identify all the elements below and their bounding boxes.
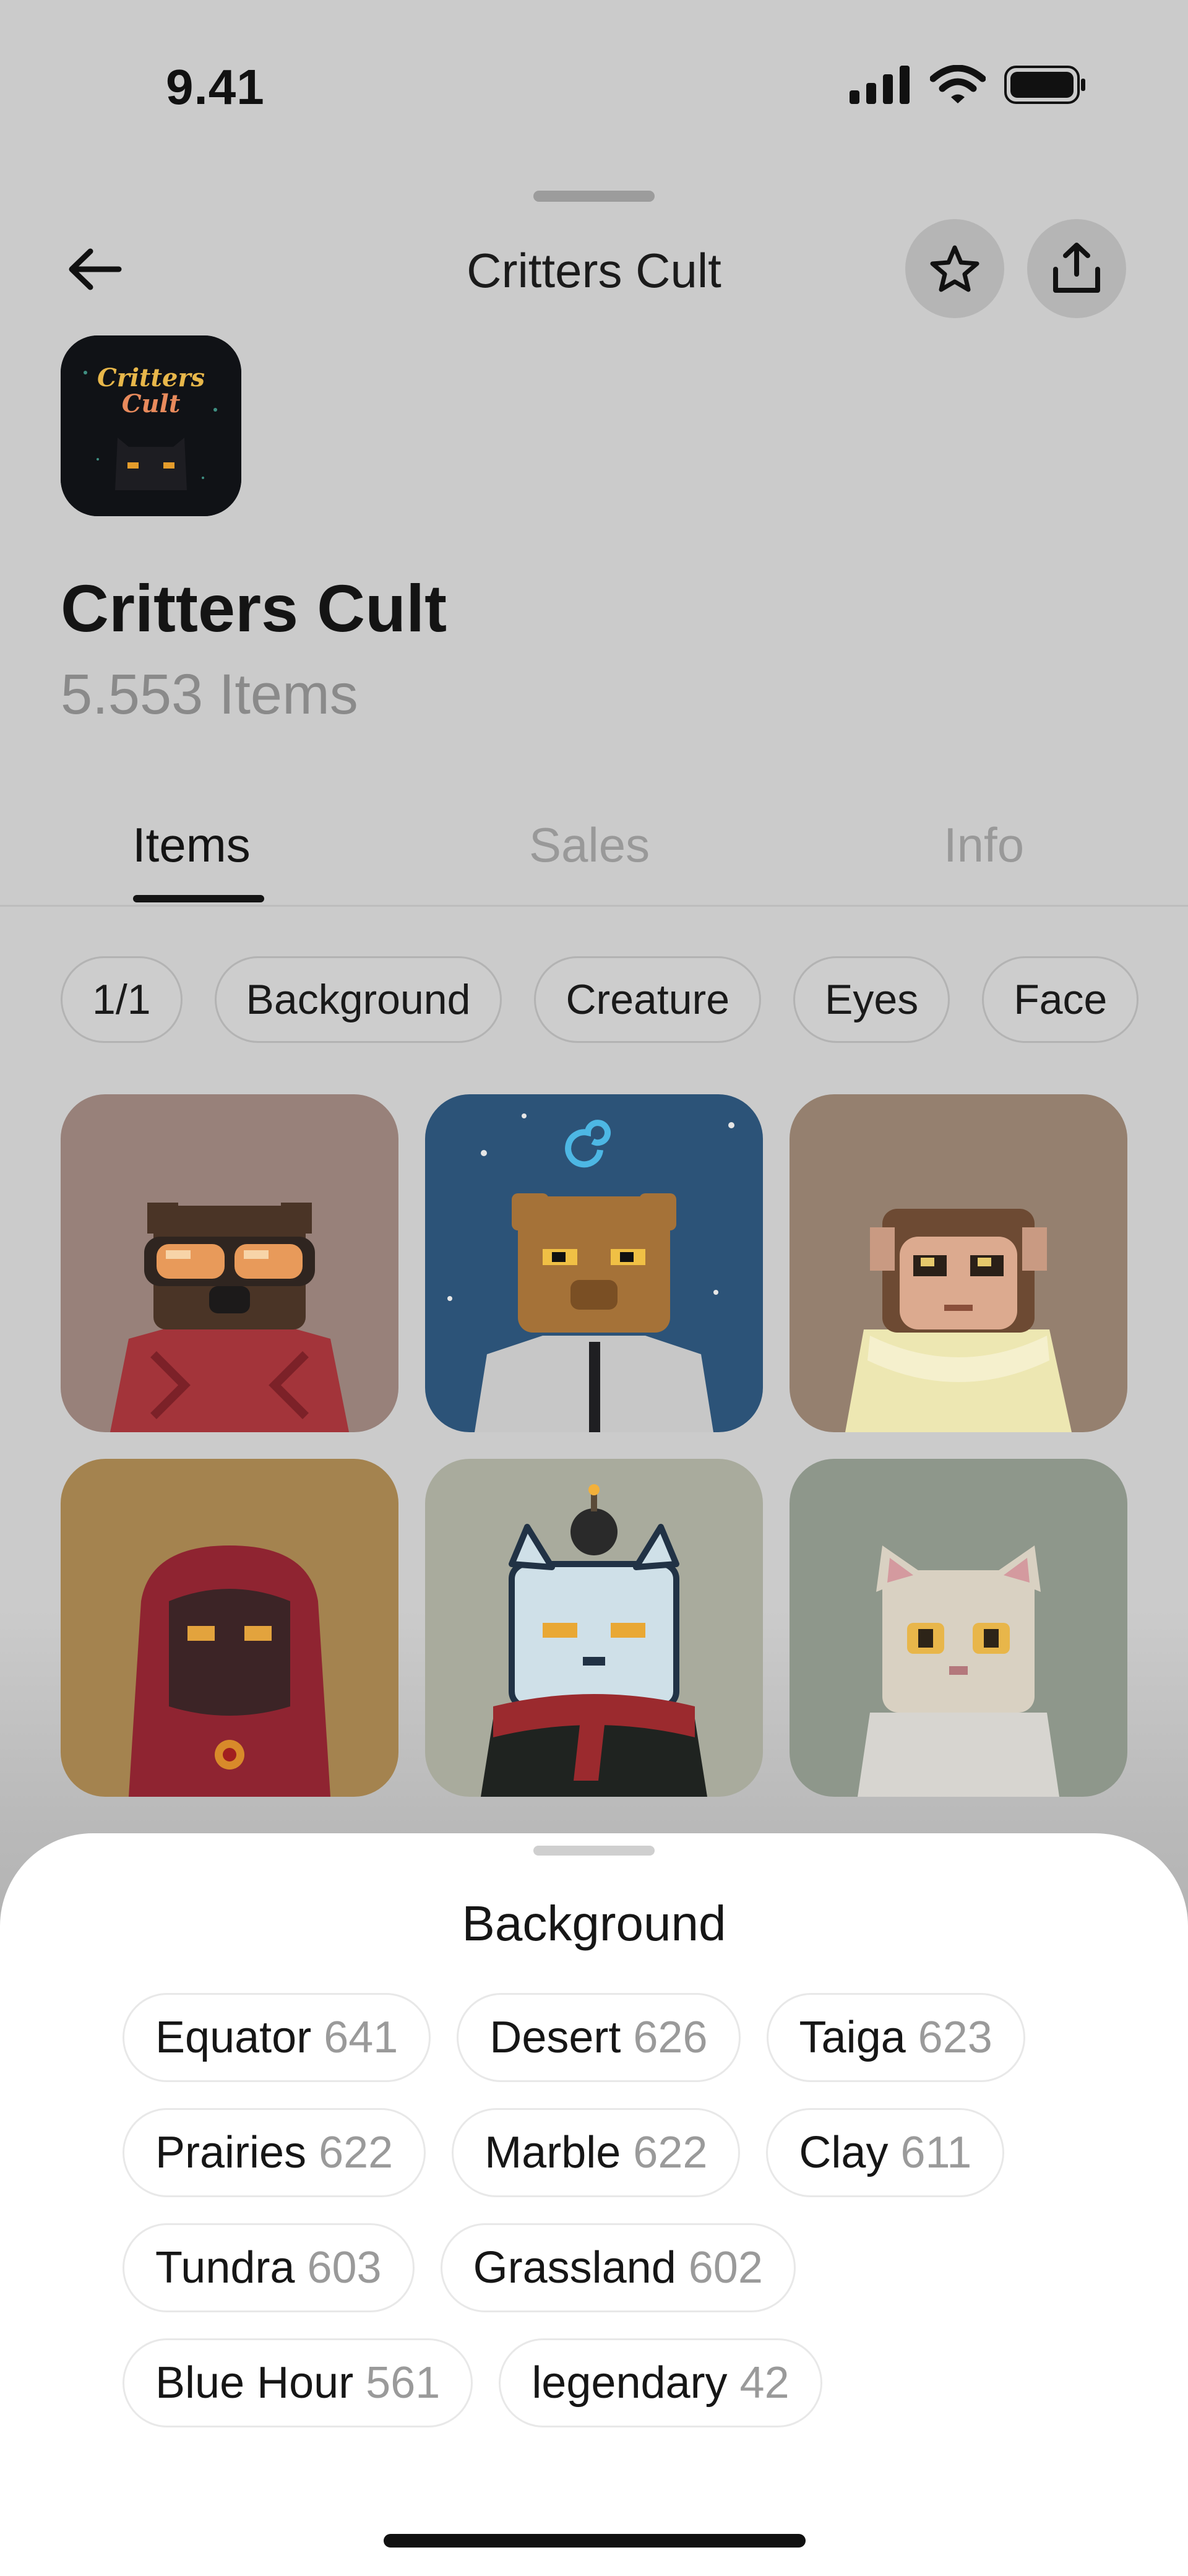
svg-text:Cult: Cult bbox=[122, 389, 181, 418]
wifi-icon bbox=[929, 64, 986, 108]
favorite-button[interactable] bbox=[905, 219, 1004, 318]
trait-option-taiga[interactable]: Taiga 623 bbox=[766, 1993, 1025, 2082]
critter-goggles-image bbox=[61, 1094, 398, 1432]
option-count: 603 bbox=[307, 2243, 382, 2293]
filter-chip-one-of-one[interactable]: 1/1 bbox=[61, 956, 183, 1043]
grid-item[interactable] bbox=[425, 1459, 763, 1797]
trait-option-legendary[interactable]: legendary 42 bbox=[499, 2338, 822, 2427]
option-count: 42 bbox=[739, 2358, 790, 2408]
filter-chip-creature[interactable]: Creature bbox=[534, 956, 762, 1043]
critter-cat-white-image bbox=[790, 1459, 1127, 1797]
grid-item[interactable] bbox=[790, 1459, 1127, 1797]
option-count: 622 bbox=[319, 2128, 394, 2177]
option-row: Prairies 622 Marble 622 Clay 611 bbox=[123, 2108, 1088, 2197]
critter-hooded-image bbox=[61, 1459, 398, 1797]
tab-sales[interactable]: Sales bbox=[529, 817, 650, 873]
option-count: 622 bbox=[633, 2128, 708, 2177]
option-label: Tundra bbox=[155, 2243, 295, 2293]
option-row: Tundra 603 Grassland 602 bbox=[123, 2223, 1088, 2312]
tab-items[interactable]: Items bbox=[132, 817, 251, 873]
trait-value-options: Equator 641 Desert 626 Taiga 623 Prairie… bbox=[123, 1993, 1088, 2453]
option-label: Equator bbox=[155, 2013, 312, 2062]
option-row: Blue Hour 561 legendary 42 bbox=[123, 2338, 1088, 2427]
option-count: 561 bbox=[366, 2358, 441, 2408]
filter-chip-face[interactable]: Face bbox=[982, 956, 1139, 1043]
collection-name: Critters Cult bbox=[61, 571, 447, 646]
logo-lettering: Critters bbox=[97, 363, 205, 392]
trait-filter-row: 1/1 Background Creature Eyes Face bbox=[61, 956, 1139, 1043]
sheet-grabber[interactable] bbox=[533, 1846, 655, 1856]
grid-item[interactable] bbox=[425, 1094, 763, 1432]
battery-icon bbox=[1004, 66, 1086, 107]
filter-chip-background[interactable]: Background bbox=[214, 956, 502, 1043]
trait-option-equator[interactable]: Equator 641 bbox=[123, 1993, 431, 2082]
critter-monkey-scarf-image bbox=[790, 1094, 1127, 1432]
filter-chip-eyes[interactable]: Eyes bbox=[793, 956, 950, 1043]
option-count: 611 bbox=[900, 2128, 972, 2177]
option-row: Equator 641 Desert 626 Taiga 623 bbox=[123, 1993, 1088, 2082]
star-icon bbox=[930, 245, 979, 292]
grid-item[interactable] bbox=[61, 1459, 398, 1797]
trait-option-blue-hour[interactable]: Blue Hour 561 bbox=[123, 2338, 473, 2427]
grid-item[interactable] bbox=[61, 1094, 398, 1432]
sheet-grabber-top[interactable] bbox=[533, 191, 655, 202]
trait-option-marble[interactable]: Marble 622 bbox=[452, 2108, 741, 2197]
option-label: Desert bbox=[489, 2013, 621, 2062]
status-bar: 9.41 bbox=[0, 0, 1188, 149]
tab-info[interactable]: Info bbox=[944, 817, 1024, 873]
trait-option-prairies[interactable]: Prairies 622 bbox=[123, 2108, 426, 2197]
collection-item-count: 5.553 Items bbox=[61, 663, 358, 726]
option-count: 626 bbox=[633, 2013, 708, 2062]
tab-bar: Items Sales Info bbox=[0, 805, 1188, 907]
option-count: 623 bbox=[918, 2013, 992, 2062]
option-label: Grassland bbox=[473, 2243, 676, 2293]
option-count: 602 bbox=[688, 2243, 763, 2293]
grid-item[interactable] bbox=[790, 1094, 1127, 1432]
collection-logo: Critters Cult bbox=[61, 335, 241, 516]
items-grid bbox=[61, 1094, 1127, 1837]
critter-bear-space-image bbox=[425, 1094, 763, 1432]
critter-cat-bomb-image bbox=[425, 1459, 763, 1797]
trait-values-sheet: Background Equator 641 Desert 626 Taiga … bbox=[0, 1833, 1188, 2576]
trait-option-desert[interactable]: Desert 626 bbox=[457, 1993, 741, 2082]
home-indicator[interactable] bbox=[384, 2534, 806, 2548]
status-icons bbox=[850, 64, 1086, 108]
trait-option-tundra[interactable]: Tundra 603 bbox=[123, 2223, 415, 2312]
option-label: Marble bbox=[484, 2128, 621, 2177]
signal-icon bbox=[850, 66, 911, 107]
option-label: Blue Hour bbox=[155, 2358, 354, 2408]
option-count: 641 bbox=[324, 2013, 398, 2062]
share-icon bbox=[1053, 243, 1100, 293]
option-label: legendary bbox=[532, 2358, 728, 2408]
option-label: Prairies bbox=[155, 2128, 307, 2177]
option-label: Taiga bbox=[799, 2013, 906, 2062]
trait-option-clay[interactable]: Clay 611 bbox=[766, 2108, 1005, 2197]
nav-title: Critters Cult bbox=[467, 243, 721, 298]
nav-bar: Critters Cult bbox=[0, 217, 1188, 322]
status-time: 9.41 bbox=[166, 59, 265, 115]
share-button[interactable] bbox=[1027, 219, 1126, 318]
option-label: Clay bbox=[799, 2128, 889, 2177]
trait-option-grassland[interactable]: Grassland 602 bbox=[440, 2223, 796, 2312]
active-tab-indicator bbox=[133, 895, 264, 902]
sheet-title: Background bbox=[462, 1896, 726, 1951]
